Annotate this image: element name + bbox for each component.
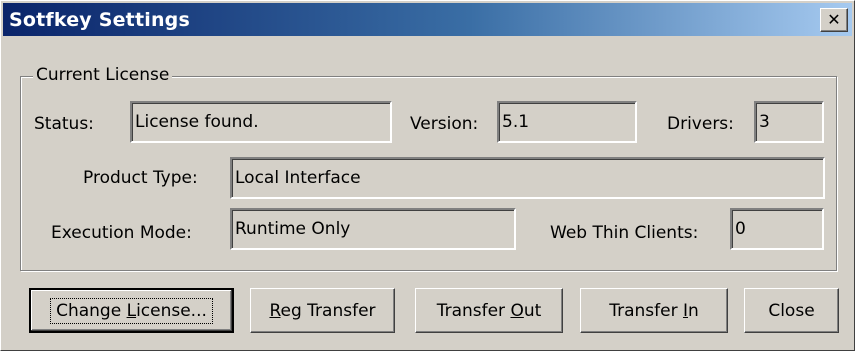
transfer-in-pre: Transfer bbox=[609, 300, 683, 321]
change-license-button[interactable]: Change License... bbox=[29, 288, 234, 333]
transfer-in-button[interactable]: Transfer In bbox=[580, 288, 728, 333]
status-field: License found. bbox=[130, 101, 392, 143]
close-button[interactable]: Close bbox=[744, 288, 839, 333]
current-license-group-label: Current License bbox=[33, 65, 173, 85]
status-value: License found. bbox=[135, 112, 259, 132]
transfer-in-post: n bbox=[688, 300, 699, 321]
transfer-out-post: ut bbox=[523, 300, 542, 321]
title-close-button[interactable]: ✕ bbox=[820, 8, 848, 32]
web-thin-clients-value: 0 bbox=[735, 219, 746, 239]
drivers-value: 3 bbox=[759, 112, 770, 132]
title-bar[interactable]: Sotfkey Settings ✕ bbox=[3, 3, 852, 36]
change-license-pre: Change bbox=[56, 300, 127, 321]
reg-transfer-mnemonic: R bbox=[269, 300, 281, 321]
drivers-field: 3 bbox=[754, 101, 824, 143]
reg-transfer-button-label: Reg Transfer bbox=[269, 301, 375, 321]
web-thin-clients-label: Web Thin Clients: bbox=[550, 223, 699, 243]
execution-mode-label: Execution Mode: bbox=[51, 223, 192, 243]
reg-transfer-button[interactable]: Reg Transfer bbox=[250, 288, 395, 333]
transfer-out-button[interactable]: Transfer Out bbox=[415, 288, 563, 333]
status-label: Status: bbox=[34, 114, 94, 134]
sotfkey-settings-dialog: Sotfkey Settings ✕ Current License Statu… bbox=[0, 0, 855, 351]
close-icon: ✕ bbox=[827, 10, 841, 29]
window-title: Sotfkey Settings bbox=[9, 9, 190, 31]
transfer-in-button-label: Transfer In bbox=[609, 301, 699, 321]
transfer-out-pre: Transfer bbox=[436, 300, 511, 321]
transfer-out-button-label: Transfer Out bbox=[437, 301, 542, 321]
product-type-value: Local Interface bbox=[235, 168, 361, 188]
version-value: 5.1 bbox=[502, 112, 530, 132]
version-label: Version: bbox=[410, 114, 479, 134]
transfer-out-mnemonic: O bbox=[510, 300, 524, 321]
execution-mode-field: Runtime Only bbox=[230, 208, 516, 250]
drivers-label: Drivers: bbox=[667, 114, 734, 134]
reg-transfer-post: eg Transfer bbox=[280, 300, 376, 321]
product-type-label: Product Type: bbox=[83, 168, 198, 188]
web-thin-clients-field: 0 bbox=[730, 208, 824, 250]
product-type-field: Local Interface bbox=[230, 157, 825, 199]
execution-mode-value: Runtime Only bbox=[235, 219, 351, 239]
version-field: 5.1 bbox=[497, 101, 637, 143]
change-license-post: icense... bbox=[136, 300, 207, 321]
change-license-button-label: Change License... bbox=[50, 297, 213, 324]
change-license-mnemonic: L bbox=[126, 300, 137, 321]
close-button-label: Close bbox=[768, 300, 815, 321]
